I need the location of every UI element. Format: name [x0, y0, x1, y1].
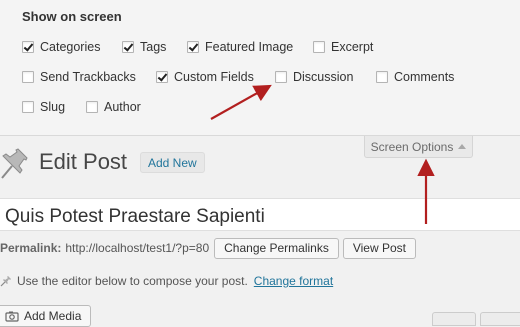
pushpin-icon [1, 148, 28, 179]
option-label: Excerpt [331, 40, 374, 54]
option-label: Send Trackbacks [40, 70, 136, 84]
editor-hint-text: Use the editor below to compose your pos… [17, 274, 248, 288]
option-comments[interactable]: Comments [376, 70, 454, 84]
add-media-button[interactable]: Add Media [0, 305, 92, 327]
categories-checkbox[interactable] [22, 41, 34, 53]
option-label: Custom Fields [174, 70, 254, 84]
permalink-url[interactable]: http://localhost/test1/?p=80 [65, 241, 209, 255]
custom-fields-checkbox[interactable] [156, 71, 168, 83]
option-label: Featured Image [205, 40, 294, 54]
add-new-button[interactable]: Add New [140, 152, 205, 173]
option-author[interactable]: Author [86, 100, 141, 114]
page-title: Edit Post [39, 149, 128, 174]
text-tab[interactable] [480, 312, 520, 326]
option-tags[interactable]: Tags [122, 40, 166, 54]
option-featured-image[interactable]: Featured Image [187, 40, 293, 54]
screen-options-heading: Show on screen [22, 9, 122, 24]
pin-small-icon [0, 276, 11, 287]
option-slug[interactable]: Slug [22, 100, 65, 114]
option-label: Categories [40, 40, 101, 54]
change-permalinks-button[interactable]: Change Permalinks [214, 237, 339, 259]
tags-checkbox[interactable] [122, 41, 134, 53]
add-media-label: Add Media [24, 309, 82, 323]
option-send-trackbacks[interactable]: Send Trackbacks [22, 70, 136, 84]
triangle-up-icon [458, 144, 467, 149]
slug-checkbox[interactable] [22, 101, 34, 113]
send-trackbacks-checkbox[interactable] [22, 71, 34, 83]
editor-hint: Use the editor below to compose your pos… [0, 274, 333, 288]
option-discussion[interactable]: Discussion [275, 70, 353, 84]
permalink-label: Permalink: [0, 241, 62, 255]
option-custom-fields[interactable]: Custom Fields [156, 70, 254, 84]
visual-tab[interactable] [432, 312, 476, 326]
author-checkbox[interactable] [86, 101, 98, 113]
option-label: Discussion [293, 70, 354, 84]
screen-options-tab[interactable]: Screen Options [364, 136, 473, 158]
comments-checkbox[interactable] [376, 71, 388, 83]
post-title-input[interactable] [0, 198, 520, 231]
option-excerpt[interactable]: Excerpt [313, 40, 373, 54]
view-post-button[interactable]: View Post [342, 237, 416, 259]
option-label: Author [104, 100, 141, 114]
screen-options-tab-label: Screen Options [370, 139, 454, 154]
option-label: Tags [140, 40, 167, 54]
discussion-checkbox[interactable] [275, 71, 287, 83]
option-label: Comments [394, 70, 455, 84]
permalink-row: Permalink: http://localhost/test1/?p=80 … [0, 237, 416, 259]
camera-icon [5, 311, 19, 322]
excerpt-checkbox[interactable] [313, 41, 325, 53]
option-label: Slug [40, 100, 66, 114]
featured-image-checkbox[interactable] [187, 41, 199, 53]
option-categories[interactable]: Categories [22, 40, 100, 54]
screen-options-panel: Show on screen Categories Tags Featured … [0, 0, 520, 136]
change-format-link[interactable]: Change format [254, 274, 333, 288]
